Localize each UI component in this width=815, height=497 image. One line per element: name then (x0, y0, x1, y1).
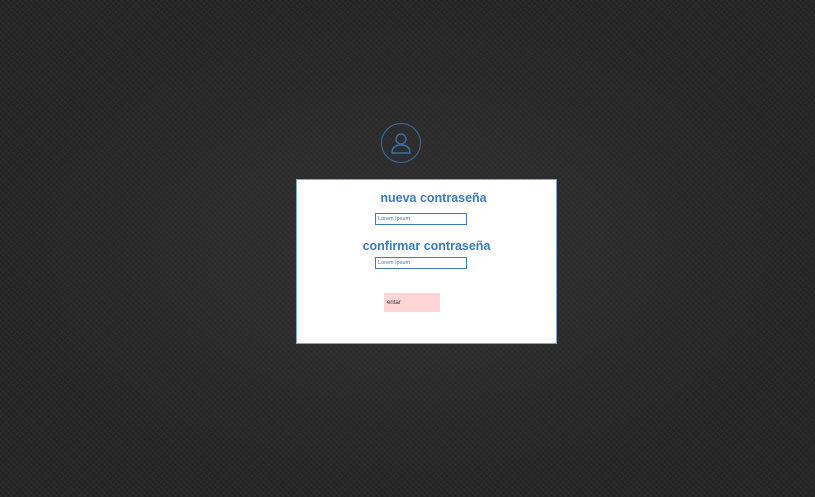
password-reset-card: nueva contraseña confirmar contraseña en… (296, 179, 557, 344)
avatar (381, 123, 421, 163)
submit-button[interactable]: entar (384, 293, 440, 312)
user-icon (391, 133, 411, 154)
confirm-password-field[interactable] (375, 257, 467, 269)
confirm-password-label: confirmar contraseña (362, 239, 491, 253)
new-password-field[interactable] (375, 213, 467, 225)
new-password-label: nueva contraseña (380, 191, 487, 205)
